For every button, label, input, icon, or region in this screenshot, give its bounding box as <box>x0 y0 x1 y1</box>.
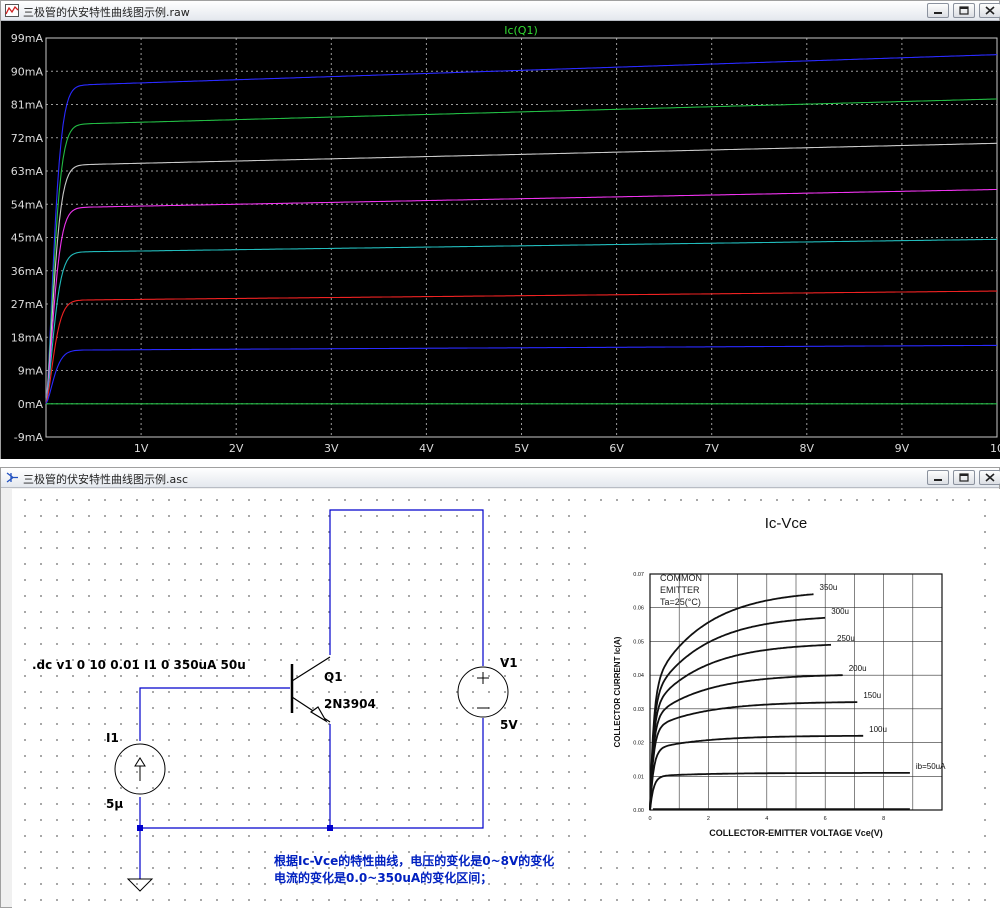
y-tick-label: 72mA <box>11 132 44 145</box>
y-tick-label: 54mA <box>11 198 44 211</box>
schematic-icon <box>6 472 18 483</box>
i1-label[interactable]: I1 <box>106 731 119 745</box>
ic-vce-datasheet-chart: Ic-Vce 0.00 0.01 0.02 0.03 0.04 0.05 0.06 0.07 0 2… <box>613 515 946 838</box>
x-tick-label: 6V <box>609 442 624 455</box>
x-tick-label: 3V <box>324 442 339 455</box>
i1-value-label[interactable]: 5µ <box>106 797 123 811</box>
waveform-titlebar[interactable]: 三极管的伏安特性曲线图示例.raw <box>1 1 1000 21</box>
ds-y-tick-label: 0.07 <box>633 572 644 578</box>
schematic-titlebar[interactable]: 三极管的伏安特性曲线图示例.asc <box>1 468 1000 488</box>
v1-label[interactable]: V1 <box>500 656 518 670</box>
ds-curve-label: 300u <box>831 607 849 616</box>
ds-curve-7 <box>649 771 910 811</box>
v1-value-label[interactable]: 5V <box>500 718 518 732</box>
restore-button[interactable] <box>953 470 975 485</box>
y-tick-label: -9mA <box>14 431 44 444</box>
waveform-window: 三极管的伏安特性曲线图示例.raw Ic(Q1) 99mA 90mA 81mA 72mA… <box>0 0 1000 459</box>
y-tick-label: 81mA <box>11 99 44 112</box>
minimize-icon <box>934 12 942 14</box>
close-button[interactable] <box>979 470 1000 485</box>
ds-x-tick-label: 6 <box>824 816 827 822</box>
minimize-icon <box>934 479 942 481</box>
y-tick-label: 36mA <box>11 265 44 278</box>
ds-y-tick-label: 0.06 <box>633 606 644 612</box>
datasheet-title: Ic-Vce <box>765 515 808 532</box>
window-title: 三极管的伏安特性曲线图示例.raw <box>23 6 190 19</box>
ds-y-tick-label: 0.03 <box>633 707 644 713</box>
ds-x-tick-label: 4 <box>765 816 768 822</box>
restore-button[interactable] <box>953 3 975 18</box>
x-tick-label: 10 <box>990 442 1000 455</box>
ic-plot[interactable]: Ic(Q1) 99mA 90mA 81mA 72mA 63mA 54mA 45mA 36mA 27… <box>1 21 1000 459</box>
q1-model-label[interactable]: 2N3904 <box>324 697 376 711</box>
plot-title[interactable]: Ic(Q1) <box>504 24 538 37</box>
minimize-button[interactable] <box>927 3 949 18</box>
close-icon <box>985 6 995 15</box>
x-tick-label: 2V <box>229 442 244 455</box>
close-button[interactable] <box>979 3 1000 18</box>
restore-icon <box>959 473 969 482</box>
ds-y-tick-label: 0.02 <box>633 741 644 747</box>
ds-curve-label: 350u <box>820 583 838 592</box>
comment-line-1[interactable]: 根据Ic-Vce的特性曲线，电压的变化是0~8V的变化 <box>274 852 554 869</box>
ds-curve-label: 200u <box>849 664 867 673</box>
y-tick-label: 18mA <box>11 331 44 344</box>
y-tick-label: 90mA <box>11 65 44 78</box>
ds-x-tick-label: 2 <box>707 816 710 822</box>
series-line-4[interactable] <box>45 188 997 404</box>
window-title: 三极管的伏安特性曲线图示例.asc <box>23 473 189 486</box>
ds-curve-label: ib=50uA <box>916 762 946 771</box>
y-tick-label: 0mA <box>18 398 44 411</box>
datasheet-image: Ic-Vce 0.00 0.01 0.02 0.03 0.04 0.05 0.06 0.07 0 2… <box>596 511 976 848</box>
ds-annotation: COMMON <box>660 573 702 583</box>
waveform-viewer-icon <box>5 4 19 17</box>
y-tick-label: 45mA <box>11 232 44 245</box>
plot-grid <box>46 38 997 437</box>
minimize-button[interactable] <box>927 470 949 485</box>
y-tick-label: 63mA <box>11 165 44 178</box>
ds-x-axis-label: COLLECTOR-EMITTER VOLTAGE Vce(V) <box>709 828 883 838</box>
spice-directive[interactable]: .dc v1 0 10 0.01 I1 0 350uA 50u <box>32 658 246 672</box>
ds-curve-5 <box>649 701 858 811</box>
ic-plot-svg[interactable]: Ic(Q1) 99mA 90mA 81mA 72mA 63mA 54mA 45mA 36mA 27… <box>1 21 1000 459</box>
y-tick-label: 9mA <box>18 365 44 378</box>
restore-icon <box>959 6 969 15</box>
x-tick-label: 1V <box>134 442 149 455</box>
comment-line-2[interactable]: 电流的变化是0.0~350uA的变化区间； <box>274 869 492 886</box>
ds-curve-3 <box>649 643 832 811</box>
ds-curve-label: 250u <box>837 634 855 643</box>
ds-x-tick-label: 0 <box>648 816 651 822</box>
x-tick-label: 7V <box>704 442 719 455</box>
ds-y-tick-label: 0.01 <box>633 774 644 780</box>
ds-y-tick-label: 0.00 <box>633 808 644 814</box>
x-tick-label: 8V <box>800 442 815 455</box>
ds-x-tick-label: 8 <box>882 816 885 822</box>
ds-y-tick-label: 0.05 <box>633 639 644 645</box>
y-tick-label: 27mA <box>11 298 44 311</box>
ds-annotation: EMITTER <box>660 585 700 595</box>
ds-curve-label: 100u <box>869 725 887 734</box>
ds-curve-label: 150u <box>863 691 881 700</box>
q1-label[interactable]: Q1 <box>324 670 343 684</box>
ds-y-tick-label: 0.04 <box>633 673 644 679</box>
close-icon <box>985 473 995 482</box>
x-tick-label: 4V <box>419 442 434 455</box>
ds-y-axis-label: COLLECTOR CURRENT Ic(A) <box>613 636 622 747</box>
ds-annotation: Ta=25(°C) <box>660 597 701 607</box>
x-tick-label: 5V <box>514 442 529 455</box>
y-tick-label: 99mA <box>11 32 44 45</box>
x-tick-label: 9V <box>895 442 910 455</box>
